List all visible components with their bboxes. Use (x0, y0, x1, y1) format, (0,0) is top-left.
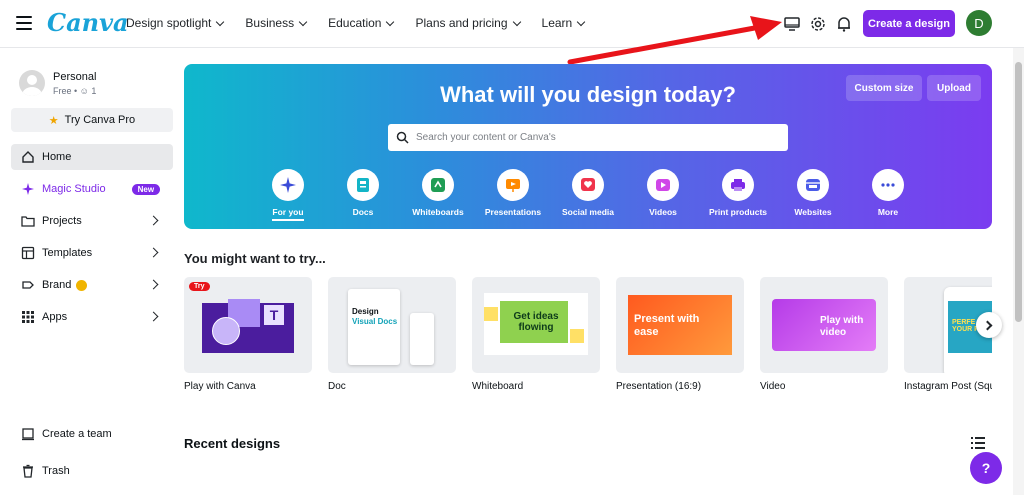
chevron-right-icon (148, 247, 159, 258)
category-more[interactable]: More (848, 169, 928, 217)
template-icon (21, 246, 35, 260)
category-whiteboards[interactable]: Whiteboards (398, 169, 478, 217)
bell-icon[interactable] (834, 14, 854, 34)
scrollbar[interactable] (1013, 48, 1024, 495)
search-input[interactable] (416, 132, 776, 143)
recent-designs-title: Recent designs (184, 436, 281, 451)
canva-logo[interactable]: Canva (47, 8, 129, 37)
hamburger-menu-icon[interactable] (16, 16, 32, 30)
main-nav: Design spotlight Business Education Plan… (126, 16, 606, 30)
create-design-button[interactable]: Create a design (863, 10, 955, 37)
category-row: For you Docs Whiteboards Presentations S… (256, 169, 936, 225)
hero-banner: What will you design today? Custom size … (184, 64, 992, 229)
search-bar[interactable] (388, 124, 788, 151)
team-icon (21, 427, 35, 441)
nav-education[interactable]: Education (328, 16, 395, 30)
list-view-icon[interactable] (971, 437, 985, 449)
sidebar-item-brand[interactable]: Brand (11, 272, 173, 298)
custom-size-button[interactable]: Custom size (846, 75, 922, 101)
suggestion-cards: Try T Play with Canva Design Visual Docs… (184, 277, 992, 397)
heart-icon (572, 169, 604, 201)
category-presentations[interactable]: Presentations (473, 169, 553, 217)
category-docs[interactable]: Docs (323, 169, 403, 217)
whiteboard-icon (422, 169, 454, 201)
help-button[interactable]: ? (970, 452, 1002, 484)
card-thumbnail: Try T (184, 277, 312, 373)
suggestions-title: You might want to try... (184, 251, 326, 266)
chevron-down-icon (298, 17, 308, 26)
card-whiteboard[interactable]: Get ideas flowing Whiteboard (472, 277, 600, 392)
card-thumbnail: Present with ease (616, 277, 744, 373)
category-websites[interactable]: Websites (773, 169, 853, 217)
carousel-next-button[interactable] (976, 312, 1002, 338)
nav-plans-pricing[interactable]: Plans and pricing (415, 16, 521, 30)
brand-icon (21, 278, 35, 292)
card-thumbnail: Get ideas flowing (472, 277, 600, 373)
search-icon (396, 131, 409, 144)
try-badge: Try (189, 282, 210, 291)
category-videos[interactable]: Videos (623, 169, 703, 217)
top-bar: Canva Design spotlight Business Educatio… (0, 0, 1024, 48)
folder-icon (21, 214, 35, 228)
chevron-down-icon (512, 17, 521, 26)
category-for-you[interactable]: For you (248, 169, 328, 221)
apps-icon (21, 310, 35, 324)
create-team-button[interactable]: Create a team (11, 421, 173, 447)
text-tool-icon: T (264, 305, 284, 325)
website-icon (797, 169, 829, 201)
card-video[interactable]: Play with video Video (760, 277, 888, 392)
nav-business[interactable]: Business (245, 16, 308, 30)
home-icon (21, 150, 35, 164)
chevron-right-icon (148, 279, 159, 290)
chevron-right-icon (148, 215, 159, 226)
trash-icon (21, 464, 35, 478)
scrollbar-thumb[interactable] (1015, 62, 1022, 322)
sidebar-item-templates[interactable]: Templates (11, 240, 173, 266)
card-instagram-post[interactable]: PERFE YOUR P Instagram Post (Squ (904, 277, 992, 392)
sidebar: Personal Free • ☺ 1 ★ Try Canva Pro Home … (0, 48, 184, 495)
sparkle-icon (21, 182, 35, 196)
new-badge: New (131, 183, 161, 195)
profile-plan: Free • ☺ 1 (53, 86, 97, 96)
presentation-icon (497, 169, 529, 201)
chevron-down-icon (216, 17, 225, 26)
card-presentation[interactable]: Present with ease Presentation (16:9) (616, 277, 744, 392)
chevron-down-icon (386, 17, 395, 26)
printer-icon (722, 169, 754, 201)
sidebar-item-projects[interactable]: Projects (11, 208, 173, 234)
try-canva-pro-button[interactable]: ★ Try Canva Pro (11, 108, 173, 132)
video-icon (647, 169, 679, 201)
more-icon (872, 169, 904, 201)
chevron-right-icon (148, 311, 159, 322)
category-print-products[interactable]: Print products (698, 169, 778, 217)
trash-button[interactable]: Trash (11, 458, 173, 484)
card-doc[interactable]: Design Visual Docs Doc (328, 277, 456, 392)
profile-name[interactable]: Personal (53, 71, 96, 83)
card-thumbnail: Design Visual Docs (328, 277, 456, 373)
card-thumbnail: Play with video (760, 277, 888, 373)
sparkle-icon (272, 169, 304, 201)
category-social-media[interactable]: Social media (548, 169, 628, 217)
upload-button[interactable]: Upload (927, 75, 981, 101)
sidebar-item-apps[interactable]: Apps (11, 304, 173, 330)
crown-badge-icon (76, 279, 88, 291)
annotation-arrow-icon (567, 16, 782, 65)
user-avatar[interactable]: D (966, 10, 992, 36)
docs-icon (347, 169, 379, 201)
sidebar-item-magic-studio[interactable]: Magic Studio New (11, 176, 173, 202)
profile-avatar[interactable] (19, 70, 45, 96)
card-play-with-canva[interactable]: Try T Play with Canva (184, 277, 312, 392)
sidebar-item-home[interactable]: Home (11, 144, 173, 170)
members-icon: ☺ (79, 86, 89, 96)
nav-design-spotlight[interactable]: Design spotlight (126, 16, 225, 30)
chevron-right-icon (982, 320, 993, 330)
crown-icon: ★ (48, 114, 59, 127)
gear-icon[interactable] (808, 14, 828, 34)
